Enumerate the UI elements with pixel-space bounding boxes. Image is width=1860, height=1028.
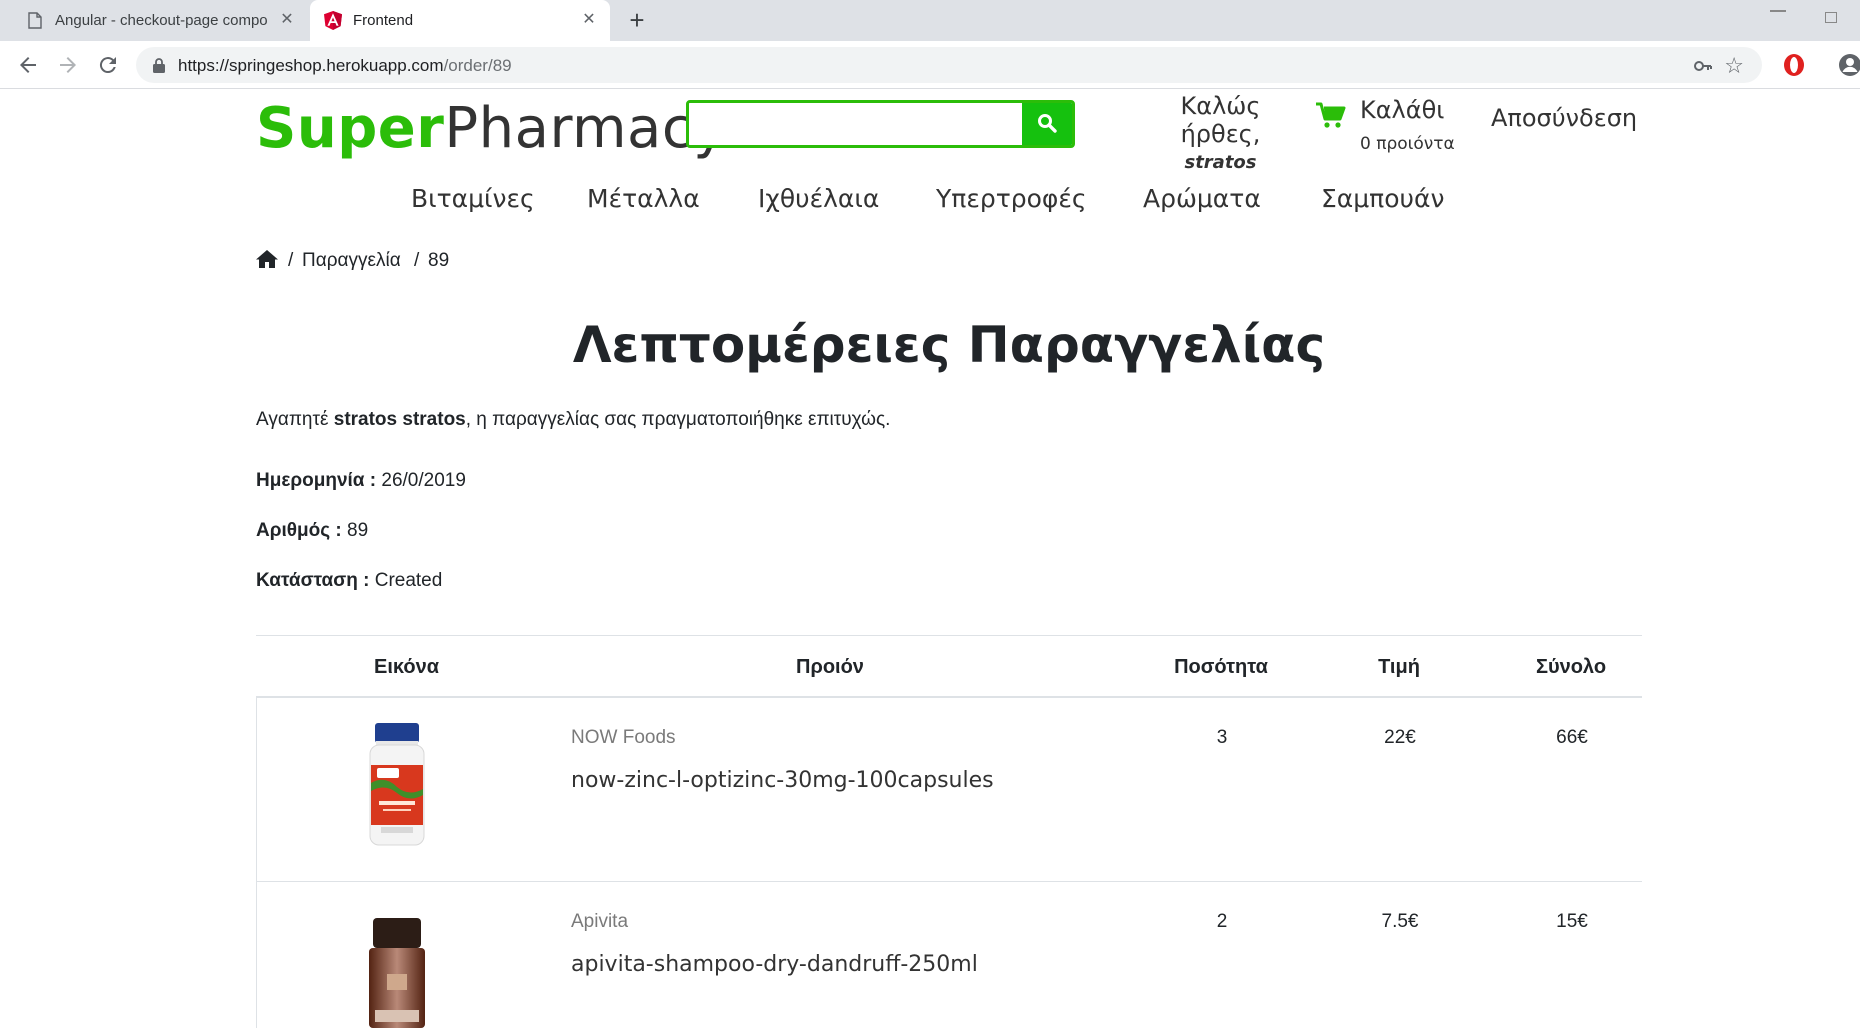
browser-tab-2[interactable]: Frontend ✕ — [310, 0, 610, 41]
angular-icon — [324, 11, 342, 34]
greeting-line: Αγαπητέ stratos stratos, η παραγγελίας σ… — [256, 409, 890, 431]
logo-part-2: Pharmacy — [444, 96, 727, 161]
order-number-line: Αριθμός : 89 — [256, 520, 368, 542]
greeting-suffix: , η παραγγελίας σας πραγματοποιήθηκε επι… — [465, 409, 891, 430]
product-total: 15€ — [1556, 911, 1588, 932]
home-icon[interactable] — [256, 249, 278, 275]
greeting-prefix: Αγαπητέ — [256, 409, 334, 430]
nav-fragrances[interactable]: Αρώματα — [1143, 184, 1261, 213]
product-image-now-zinc[interactable] — [367, 723, 427, 854]
url-host: https://springeshop.herokuapp.com — [178, 56, 444, 75]
search-input[interactable] — [689, 103, 1024, 145]
browser-toolbar: https://springeshop.herokuapp.com/order/… — [0, 41, 1860, 89]
product-quantity: 3 — [1216, 727, 1228, 748]
column-header-product: Προιόν — [796, 656, 864, 678]
nav-shampoos[interactable]: Σαμπουάν — [1321, 184, 1444, 213]
column-header-total: Σύνολο — [1535, 656, 1607, 678]
logo-part-1: Super — [256, 96, 445, 161]
product-name[interactable]: now-zinc-l-optizinc-30mg-100capsules — [571, 768, 994, 793]
nav-minerals[interactable]: Μέταλλα — [587, 184, 700, 213]
bookmark-star-icon[interactable]: ☆ — [1724, 53, 1744, 79]
opera-icon[interactable] — [1783, 53, 1805, 82]
address-bar[interactable]: https://springeshop.herokuapp.com/order/… — [136, 47, 1762, 83]
product-total: 66€ — [1556, 727, 1588, 748]
page-content: SuperPharmacy Καλώς ήρθες, stratos Καλάθ… — [0, 90, 1860, 1028]
page-title: Λεπτομέρειες Παραγγελίας — [572, 316, 1326, 374]
product-price: 7.5€ — [1381, 911, 1419, 932]
reload-icon[interactable] — [96, 53, 120, 77]
order-number: 89 — [347, 520, 369, 541]
product-brand: Apivita — [571, 911, 629, 932]
breadcrumb-order-id: 89 — [428, 250, 450, 271]
url-path: /order/89 — [443, 56, 512, 75]
url-text[interactable]: https://springeshop.herokuapp.com/order/… — [178, 56, 512, 76]
lock-icon[interactable] — [153, 58, 165, 78]
order-date: 26/0/2019 — [381, 470, 466, 491]
nav-fish-oils[interactable]: Ιχθυέλαια — [758, 184, 879, 213]
welcome-text: Καλώς ήρθες, — [1180, 92, 1261, 148]
table-header: Εικόνα Προιόν Ποσότητα Τιμή Σύνολο — [256, 635, 1642, 698]
breadcrumb-separator: / — [414, 250, 420, 271]
order-status: Created — [374, 570, 443, 591]
forward-arrow-icon[interactable] — [56, 53, 80, 77]
product-name[interactable]: apivita-shampoo-dry-dandruff-250ml — [571, 952, 978, 977]
logout-link[interactable]: Αποσύνδεση — [1491, 104, 1637, 132]
shopping-cart-icon — [1316, 102, 1346, 135]
browser-tabstrip: Angular - checkout-page compo ✕ Frontend… — [0, 0, 1860, 41]
close-tab-icon[interactable]: ✕ — [580, 11, 598, 29]
restore-window-icon[interactable] — [1825, 12, 1837, 23]
column-header-price: Τιμή — [1378, 656, 1420, 678]
product-price: 22€ — [1384, 727, 1416, 748]
search-icon — [1037, 113, 1057, 136]
status-label: Κατάσταση : — [256, 570, 370, 591]
tab-title: Frontend — [353, 12, 414, 29]
welcome-message: Καλώς ήρθες, stratos — [1143, 92, 1298, 173]
order-date-line: Ημερομηνία : 26/0/2019 — [256, 470, 466, 492]
breadcrumb-separator: / — [288, 250, 294, 271]
search-button[interactable] — [1022, 103, 1072, 145]
profile-avatar-icon[interactable] — [1838, 53, 1860, 82]
number-label: Αριθμός : — [256, 520, 342, 541]
minimize-window-icon[interactable] — [1770, 10, 1786, 12]
table-row: Apivita apivita-shampoo-dry-dandruff-250… — [256, 882, 1642, 1028]
column-header-image: Εικόνα — [374, 656, 440, 678]
site-logo[interactable]: SuperPharmacy — [256, 96, 727, 161]
search-box — [686, 100, 1075, 148]
date-label: Ημερομηνία : — [256, 470, 377, 491]
back-arrow-icon[interactable] — [16, 53, 40, 77]
nav-superfoods[interactable]: Υπερτροφές — [936, 184, 1087, 213]
table-row: NOW Foods now-zinc-l-optizinc-30mg-100ca… — [256, 698, 1642, 882]
column-header-quantity: Ποσότητα — [1174, 656, 1268, 678]
customer-name: stratos stratos — [333, 409, 466, 430]
username: stratos — [1184, 152, 1257, 173]
cart-label: Καλάθι — [1360, 96, 1445, 124]
product-brand: NOW Foods — [571, 727, 676, 748]
close-tab-icon[interactable]: ✕ — [278, 11, 296, 29]
breadcrumb-order[interactable]: Παραγγελία — [302, 250, 401, 272]
browser-tab-1[interactable]: Angular - checkout-page compo ✕ — [12, 0, 308, 41]
key-icon[interactable] — [1694, 56, 1712, 77]
order-status-line: Κατάσταση : Created — [256, 570, 442, 592]
new-tab-button[interactable]: + — [624, 7, 650, 34]
product-quantity: 2 — [1216, 911, 1228, 932]
tab-title: Angular - checkout-page compo — [55, 12, 268, 29]
page-icon — [28, 12, 42, 33]
nav-vitamins[interactable]: Βιταμίνες — [411, 184, 535, 213]
cart-count: 0 προιόντα — [1360, 134, 1455, 154]
product-image-apivita-shampoo[interactable] — [367, 918, 427, 1028]
